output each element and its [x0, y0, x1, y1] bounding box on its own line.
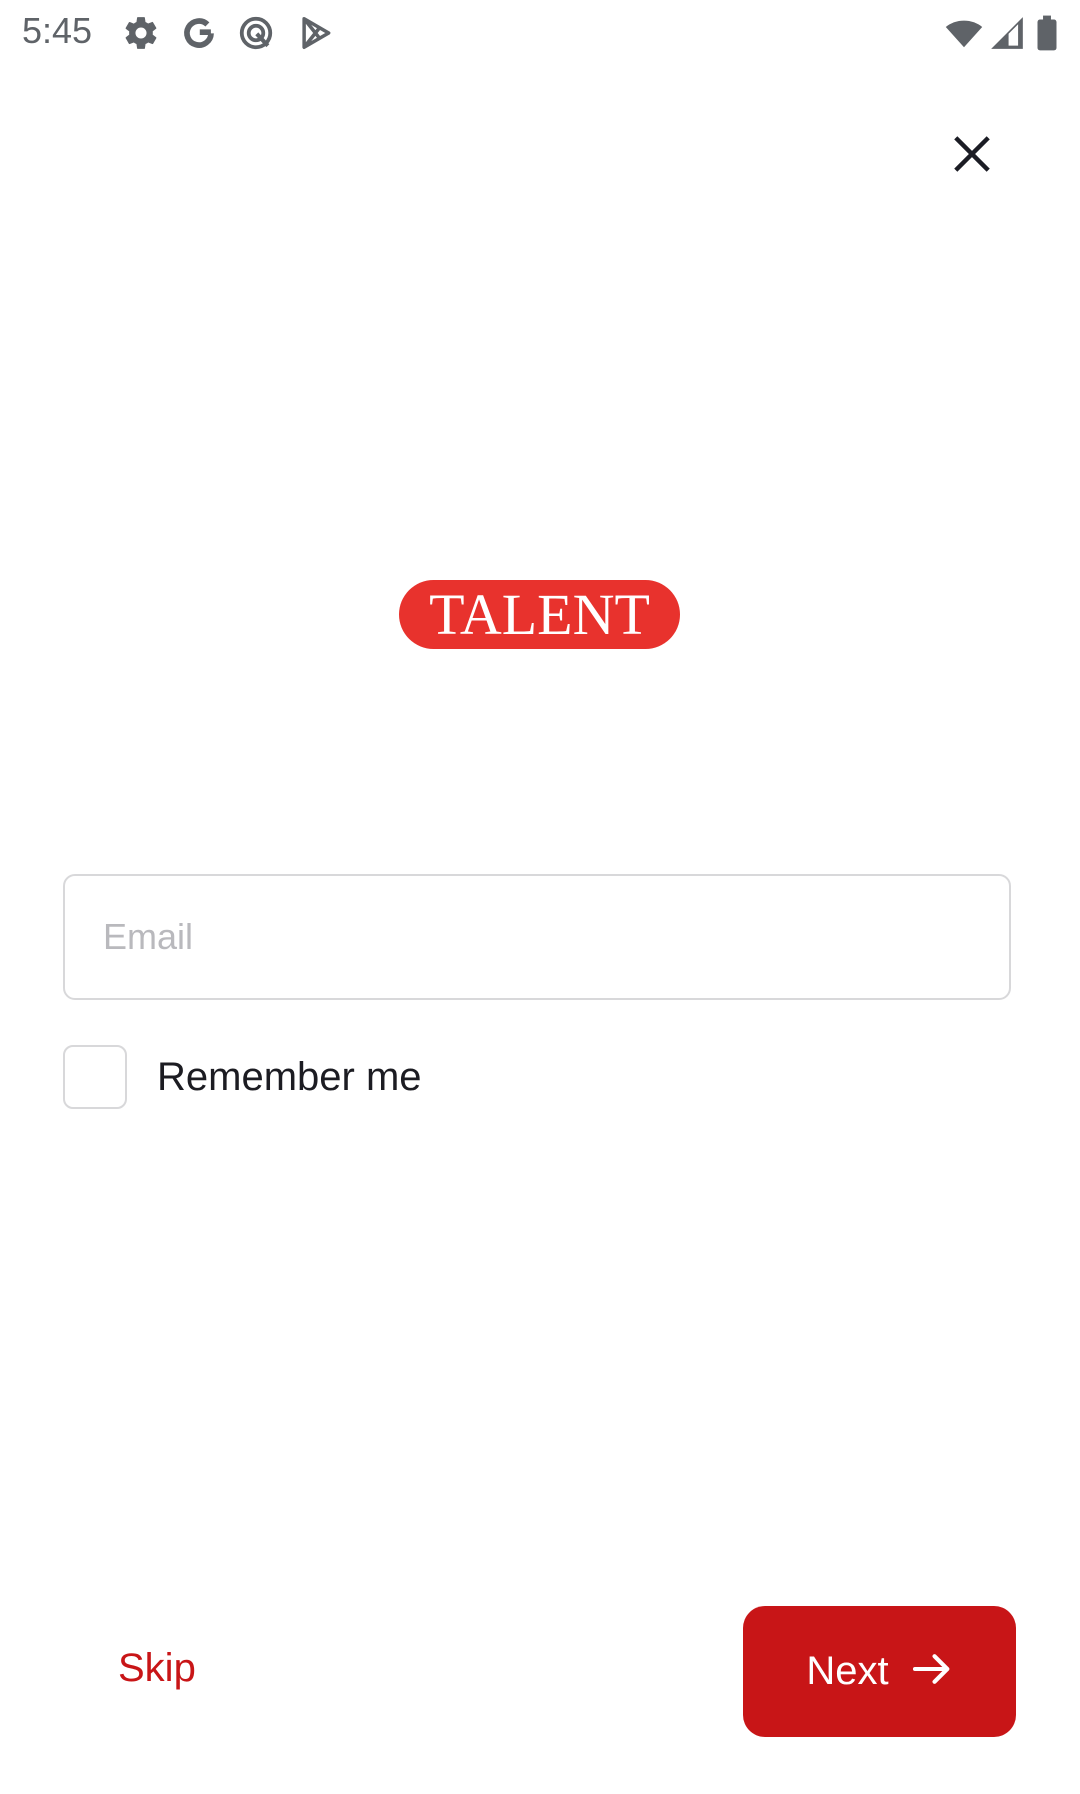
- next-label: Next: [806, 1649, 889, 1693]
- close-icon: [950, 132, 994, 181]
- google-g-icon: [180, 14, 218, 52]
- battery-icon: [1034, 14, 1060, 52]
- skip-button[interactable]: Skip: [108, 1640, 206, 1697]
- logo-text: TALENT: [429, 581, 650, 647]
- arrow-right-icon: [911, 1652, 953, 1691]
- status-bar: 5:45: [0, 0, 1080, 66]
- remember-me-checkbox[interactable]: [63, 1045, 127, 1109]
- remember-me-label[interactable]: Remember me: [157, 1055, 422, 1100]
- wifi-icon: [944, 14, 984, 52]
- status-time: 5:45: [22, 10, 93, 51]
- close-button[interactable]: [944, 128, 1000, 184]
- talent-logo: TALENT: [399, 580, 680, 649]
- play-store-icon: [297, 14, 335, 52]
- cell-signal-icon: [988, 14, 1026, 52]
- qualcomm-q-icon: [237, 14, 275, 52]
- next-button[interactable]: Next: [743, 1606, 1016, 1737]
- email-field[interactable]: [63, 874, 1011, 1000]
- email-input[interactable]: [65, 876, 1009, 998]
- settings-gear-icon: [122, 14, 160, 52]
